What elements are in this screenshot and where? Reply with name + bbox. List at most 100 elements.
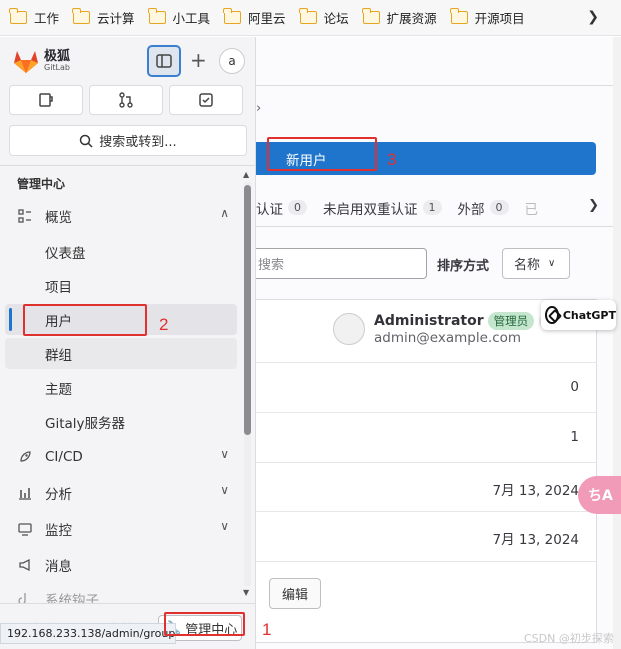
todo-check-icon	[199, 93, 213, 107]
brand-name: 极狐	[44, 49, 71, 64]
table-row: 0	[256, 363, 597, 413]
cell-value: 0	[570, 379, 579, 395]
issues-button[interactable]	[9, 85, 83, 115]
sort-dropdown[interactable]: 名称 ∨	[502, 248, 570, 279]
status-bar-url: 192.168.233.138/admin/groups	[0, 623, 176, 644]
folder-icon	[223, 8, 242, 24]
sidebar-divider	[0, 165, 255, 166]
tabs-scroll-right-icon[interactable]: ❯	[588, 198, 599, 213]
scroll-down-arrow-icon[interactable]: ▼	[243, 588, 249, 597]
overview-icon	[16, 208, 34, 223]
sidebar-item-topics[interactable]: 主题	[5, 372, 237, 403]
sidebar-item-groups[interactable]: 群组	[5, 338, 237, 369]
tab-count: 0	[489, 200, 509, 215]
gitlab-logo-icon	[14, 51, 38, 73]
sidebar-toggle-icon	[156, 54, 172, 68]
search-or-goto-button[interactable]: 搜索或转到...	[9, 125, 247, 156]
scrollbar-thumb[interactable]	[244, 185, 251, 435]
brand-sub: GitLab	[44, 63, 70, 72]
cell-value: 7月 13, 2024	[492, 483, 580, 499]
sidebar-item-cicd[interactable]: CI/CD ∨	[5, 441, 237, 472]
bookmark-item[interactable]: 阿里云	[223, 8, 286, 27]
section-title: 管理中心	[17, 177, 66, 191]
edit-button[interactable]: 编辑	[269, 578, 321, 609]
chevron-down-icon: ∨	[220, 483, 229, 497]
chevron-down-icon: ∨	[220, 447, 229, 461]
search-icon	[80, 134, 93, 148]
cell-value: 1	[570, 429, 579, 445]
user-filter-tabs: 认证 0 未启用双重认证 1 外部 0 已 ❯	[256, 189, 621, 227]
folder-icon	[9, 8, 27, 24]
rocket-icon	[16, 450, 34, 464]
user-menu-avatar[interactable]: a	[219, 48, 245, 74]
user-avatar[interactable]	[333, 313, 365, 345]
annotation-box-users	[23, 304, 147, 336]
breadcrumb-fragment: ›	[256, 101, 262, 116]
bookmark-item[interactable]: 论坛	[298, 8, 349, 27]
user-name[interactable]: Administrator管理员自	[374, 312, 563, 330]
brand-logo[interactable]: 极狐 GitLab	[12, 48, 70, 74]
tab-count: 1	[422, 200, 442, 215]
issues-icon	[39, 93, 53, 107]
chevron-right-icon[interactable]: ❯	[587, 9, 599, 25]
create-new-plus-icon[interactable]: +	[190, 48, 207, 72]
cell-value: 7月 13, 2024	[492, 532, 580, 548]
bookmarks-bar: 工作 云计算 小工具 阿里云 论坛 扩展资源 开源项目 ❯	[0, 0, 621, 36]
watermark: CSDN @初步探索	[524, 632, 614, 645]
annotation-number: 3	[387, 150, 397, 169]
tab-more[interactable]: 已	[525, 198, 539, 218]
annotation-box-admin	[164, 612, 245, 636]
tab-external[interactable]: 外部 0	[458, 198, 509, 218]
tab-verified[interactable]: 认证 0	[256, 198, 307, 218]
merge-request-icon	[119, 92, 133, 108]
sidebar-item-gitaly-servers[interactable]: Gitaly服务器	[5, 406, 237, 437]
bookmark-item[interactable]: 小工具	[147, 8, 210, 27]
folder-icon	[449, 8, 468, 24]
user-search-input[interactable]: 搜索	[256, 248, 427, 279]
annotation-number: 2	[159, 315, 169, 334]
table-row: 7月 13, 2024	[256, 463, 597, 512]
annotation-box-new-user	[267, 137, 377, 171]
active-indicator	[9, 308, 12, 331]
scroll-up-arrow-icon[interactable]: ▲	[243, 170, 249, 179]
folder-icon	[298, 8, 317, 24]
tab-count: 0	[288, 200, 307, 215]
admin-badge: 管理员	[487, 312, 535, 330]
folder-icon	[147, 8, 166, 24]
monitor-icon	[16, 522, 34, 536]
user-email: admin@example.com	[374, 330, 522, 346]
chatgpt-extension-badge[interactable]: ChatGPT	[541, 300, 616, 330]
todos-button[interactable]	[169, 85, 243, 115]
bookmark-item[interactable]: 开源项目	[449, 8, 525, 27]
sidebar-item-analytics[interactable]: 分析 ∨	[5, 477, 237, 508]
sidebar-item-monitoring[interactable]: 监控 ∨	[5, 513, 237, 544]
bookmark-item[interactable]: 云计算	[72, 8, 135, 27]
sidebar-toggle-button[interactable]	[147, 45, 181, 77]
chevron-up-icon: ∧	[220, 206, 229, 220]
megaphone-icon	[16, 558, 34, 572]
sidebar-item-overview[interactable]: 概览 ∧	[5, 200, 237, 231]
chevron-down-icon: ∨	[548, 258, 556, 269]
sidebar-item-dashboard[interactable]: 仪表盘	[5, 236, 237, 267]
chatgpt-logo-icon	[545, 306, 559, 324]
page-scrollbar[interactable]	[613, 37, 621, 649]
bookmark-item[interactable]: 工作	[9, 8, 59, 27]
translate-extension-button[interactable]: ちA	[578, 476, 621, 514]
table-row: 1	[256, 413, 597, 463]
quick-action-buttons	[9, 85, 249, 115]
chart-icon	[16, 486, 34, 500]
annotation-number: 1	[262, 620, 272, 639]
tab-no-2fa[interactable]: 未启用双重认证 1	[323, 198, 442, 218]
bookmark-item[interactable]: 扩展资源	[361, 8, 437, 27]
folder-icon	[72, 8, 91, 24]
sidebar-scrollbar[interactable]: ▲ ▼	[243, 170, 252, 598]
sidebar-item-projects[interactable]: 项目	[5, 270, 237, 301]
chevron-down-icon: ∨	[220, 519, 229, 533]
main-content: › 新用户 认证 0 未启用双重认证 1 外部 0 已 ❯ 搜索 排序方式 名称 ∨ A…	[256, 37, 621, 649]
header-divider	[256, 85, 621, 86]
sidebar-item-messages[interactable]: 消息	[5, 549, 237, 580]
merge-requests-button[interactable]	[89, 85, 163, 115]
sort-label: 排序方式	[437, 259, 490, 274]
table-row: 7月 13, 2024	[256, 512, 597, 562]
folder-icon	[361, 8, 380, 24]
